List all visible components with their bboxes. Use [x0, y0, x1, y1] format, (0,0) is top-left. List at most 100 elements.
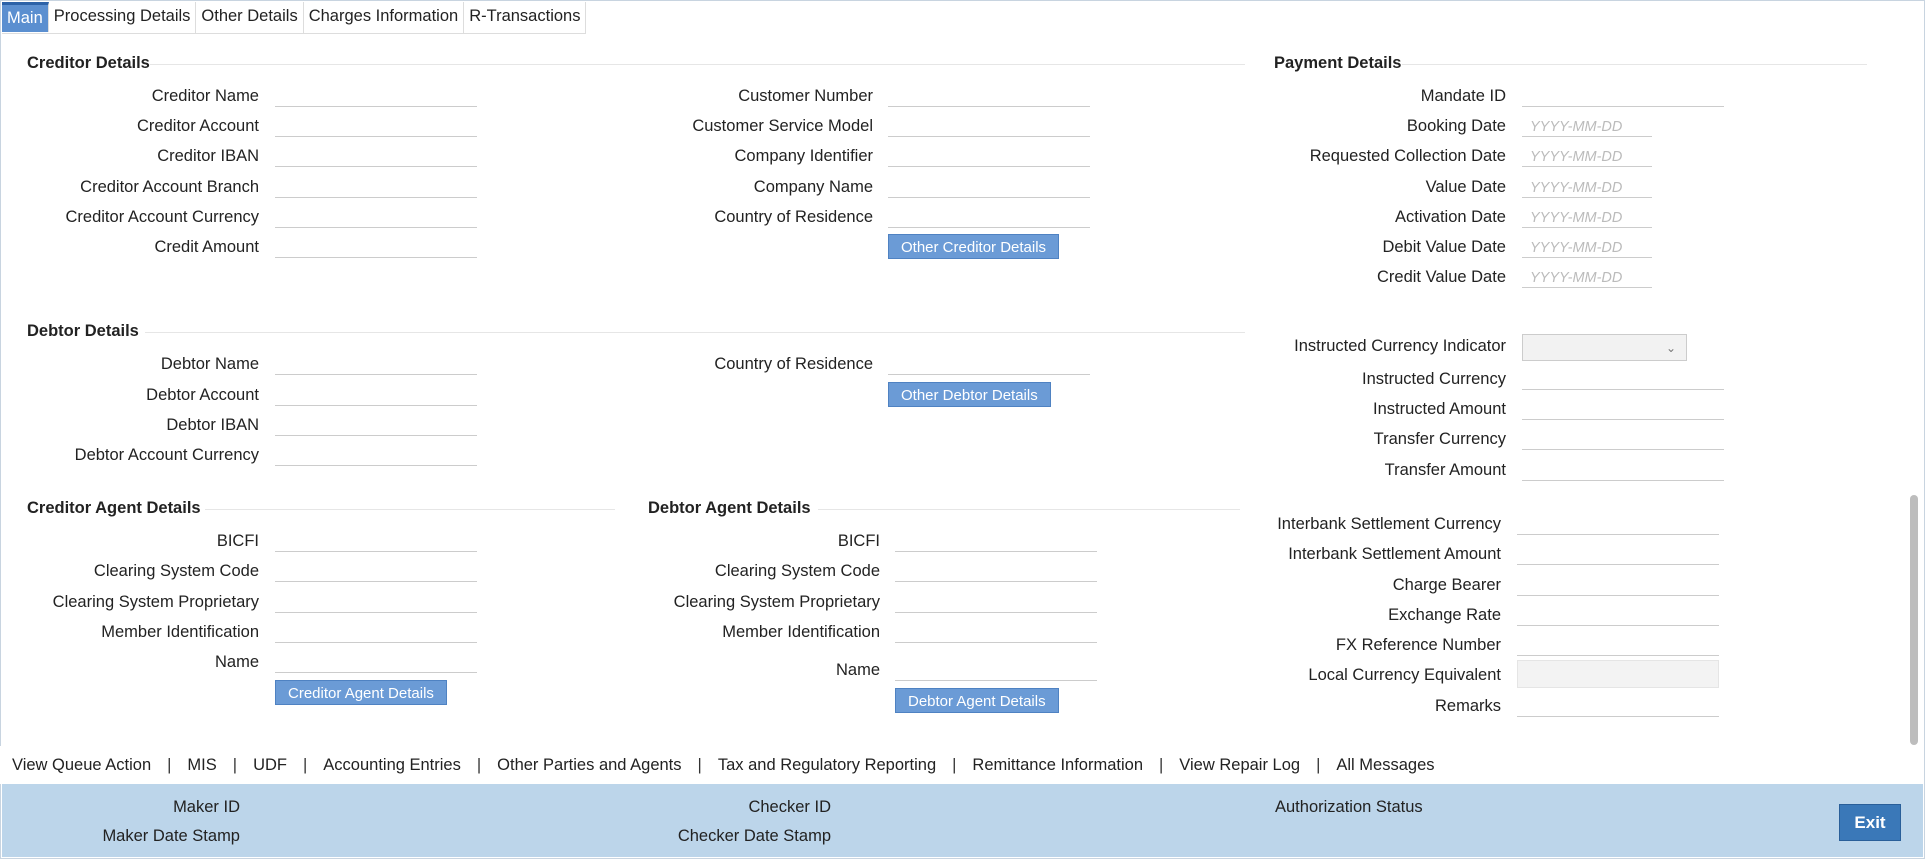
- debit-value-date-label: Debit Value Date: [1382, 238, 1506, 256]
- debtor-agent-clearing-system-proprietary-field[interactable]: [895, 593, 1097, 613]
- creditor-agent-clearing-system-code-field[interactable]: [275, 562, 477, 582]
- debtor-details-heading: Debtor Details: [27, 322, 139, 340]
- company-name-field[interactable]: [888, 178, 1090, 198]
- tab-charges-information[interactable]: Charges Information: [304, 2, 465, 33]
- transfer-amount-label: Transfer Amount: [1384, 461, 1506, 479]
- credit-value-date-field[interactable]: YYYY-MM-DD: [1522, 268, 1652, 288]
- instructed-amount-field[interactable]: [1522, 400, 1724, 420]
- transfer-currency-field[interactable]: [1522, 430, 1724, 450]
- section-divider: [1402, 64, 1867, 65]
- interbank-settlement-currency-label: Interbank Settlement Currency: [1277, 515, 1501, 533]
- mis-link[interactable]: MIS: [185, 756, 218, 775]
- creditor-iban-field[interactable]: [275, 147, 477, 167]
- booking-date-label: Booking Date: [1406, 117, 1506, 135]
- fx-reference-number-field[interactable]: [1517, 636, 1719, 656]
- debtor-agent-details-button[interactable]: Debtor Agent Details: [895, 688, 1059, 713]
- creditor-account-currency-field[interactable]: [275, 208, 477, 228]
- creditor-agent-name-label: Name: [214, 653, 259, 671]
- other-debtor-details-button[interactable]: Other Debtor Details: [888, 382, 1051, 407]
- checker-id-label: Checker ID: [748, 798, 831, 816]
- debtor-agent-clearing-system-code-label: Clearing System Code: [714, 562, 880, 580]
- view-queue-action-link[interactable]: View Queue Action: [10, 756, 153, 775]
- debtor-account-currency-field[interactable]: [275, 446, 477, 466]
- value-date-label: Value Date: [1425, 178, 1506, 196]
- mandate-id-field[interactable]: [1522, 87, 1724, 107]
- audit-footer: Maker ID Maker Date Stamp Checker ID Che…: [2, 784, 1923, 857]
- link-separator: |: [1159, 755, 1164, 774]
- bottom-link-bar: View Queue Action | MIS | UDF | Accounti…: [0, 746, 1900, 784]
- tab-main[interactable]: Main: [2, 2, 49, 32]
- debtor-name-label: Debtor Name: [160, 355, 259, 373]
- creditor-account-field[interactable]: [275, 117, 477, 137]
- tab-other-details[interactable]: Other Details: [196, 2, 304, 33]
- tax-and-regulatory-reporting-link[interactable]: Tax and Regulatory Reporting: [716, 756, 938, 775]
- vertical-scrollbar[interactable]: [1910, 495, 1918, 745]
- remittance-information-link[interactable]: Remittance Information: [970, 756, 1145, 775]
- transfer-currency-label: Transfer Currency: [1373, 430, 1506, 448]
- creditor-name-field[interactable]: [275, 87, 477, 107]
- creditor-account-branch-field[interactable]: [275, 178, 477, 198]
- maker-date-stamp-label: Maker Date Stamp: [102, 827, 240, 845]
- creditor-country-of-residence-label: Country of Residence: [714, 208, 873, 226]
- exit-button[interactable]: Exit: [1839, 804, 1901, 841]
- udf-link[interactable]: UDF: [251, 756, 289, 775]
- debtor-agent-member-identification-field[interactable]: [895, 623, 1097, 643]
- debtor-name-field[interactable]: [275, 355, 477, 375]
- company-identifier-label: Company Identifier: [734, 147, 874, 165]
- customer-number-field[interactable]: [888, 87, 1090, 107]
- debtor-agent-clearing-system-proprietary-label: Clearing System Proprietary: [673, 593, 880, 611]
- requested-collection-date-field[interactable]: YYYY-MM-DD: [1522, 147, 1652, 167]
- charge-bearer-field[interactable]: [1517, 576, 1719, 596]
- section-divider: [145, 332, 1245, 333]
- debtor-iban-field[interactable]: [275, 416, 477, 436]
- creditor-agent-member-identification-field[interactable]: [275, 623, 477, 643]
- payment-details-heading: Payment Details: [1274, 54, 1402, 72]
- creditor-country-of-residence-field[interactable]: [888, 208, 1090, 228]
- creditor-agent-clearing-system-proprietary-label: Clearing System Proprietary: [52, 593, 259, 611]
- debtor-agent-clearing-system-code-field[interactable]: [895, 562, 1097, 582]
- company-identifier-field[interactable]: [888, 147, 1090, 167]
- transfer-amount-field[interactable]: [1522, 461, 1724, 481]
- exchange-rate-field[interactable]: [1517, 606, 1719, 626]
- creditor-agent-name-field[interactable]: [275, 653, 477, 673]
- interbank-settlement-amount-label: Interbank Settlement Amount: [1288, 545, 1501, 563]
- credit-amount-field[interactable]: [275, 238, 477, 258]
- exchange-rate-label: Exchange Rate: [1388, 606, 1501, 624]
- other-parties-and-agents-link[interactable]: Other Parties and Agents: [495, 756, 683, 775]
- creditor-agent-bicfi-field[interactable]: [275, 532, 477, 552]
- creditor-details-heading: Creditor Details: [27, 54, 150, 72]
- value-date-field[interactable]: YYYY-MM-DD: [1522, 178, 1652, 198]
- debtor-agent-name-field[interactable]: [895, 661, 1097, 681]
- debit-value-date-field[interactable]: YYYY-MM-DD: [1522, 238, 1652, 258]
- customer-service-model-field[interactable]: [888, 117, 1090, 137]
- instructed-currency-indicator-label: Instructed Currency Indicator: [1294, 337, 1506, 355]
- debtor-country-of-residence-label: Country of Residence: [714, 355, 873, 373]
- creditor-iban-label: Creditor IBAN: [157, 147, 259, 165]
- debtor-account-currency-label: Debtor Account Currency: [74, 446, 259, 464]
- instructed-currency-indicator-select[interactable]: ⌄: [1522, 334, 1687, 361]
- section-divider: [818, 509, 1240, 510]
- booking-date-field[interactable]: YYYY-MM-DD: [1522, 117, 1652, 137]
- creditor-agent-clearing-system-proprietary-field[interactable]: [275, 593, 477, 613]
- link-separator: |: [1316, 755, 1321, 774]
- remarks-field[interactable]: [1517, 697, 1719, 717]
- all-messages-link[interactable]: All Messages: [1334, 756, 1436, 775]
- other-creditor-details-button[interactable]: Other Creditor Details: [888, 234, 1060, 259]
- link-separator: |: [302, 755, 308, 774]
- debtor-account-label: Debtor Account: [146, 386, 259, 404]
- debtor-country-of-residence-field[interactable]: [888, 355, 1090, 375]
- local-currency-equivalent-field: [1517, 660, 1719, 688]
- instructed-currency-field[interactable]: [1522, 370, 1724, 390]
- section-divider: [150, 64, 1245, 65]
- remarks-label: Remarks: [1434, 697, 1501, 715]
- debtor-agent-bicfi-field[interactable]: [895, 532, 1097, 552]
- tab-r-transactions[interactable]: R-Transactions: [464, 2, 587, 33]
- view-repair-log-link[interactable]: View Repair Log: [1177, 756, 1302, 775]
- accounting-entries-link[interactable]: Accounting Entries: [321, 756, 463, 775]
- tab-processing-details[interactable]: Processing Details: [49, 2, 197, 33]
- activation-date-field[interactable]: YYYY-MM-DD: [1522, 208, 1652, 228]
- creditor-agent-details-button[interactable]: Creditor Agent Details: [275, 680, 447, 705]
- interbank-settlement-amount-field[interactable]: [1517, 545, 1719, 565]
- debtor-account-field[interactable]: [275, 386, 477, 406]
- interbank-settlement-currency-field[interactable]: [1517, 515, 1719, 535]
